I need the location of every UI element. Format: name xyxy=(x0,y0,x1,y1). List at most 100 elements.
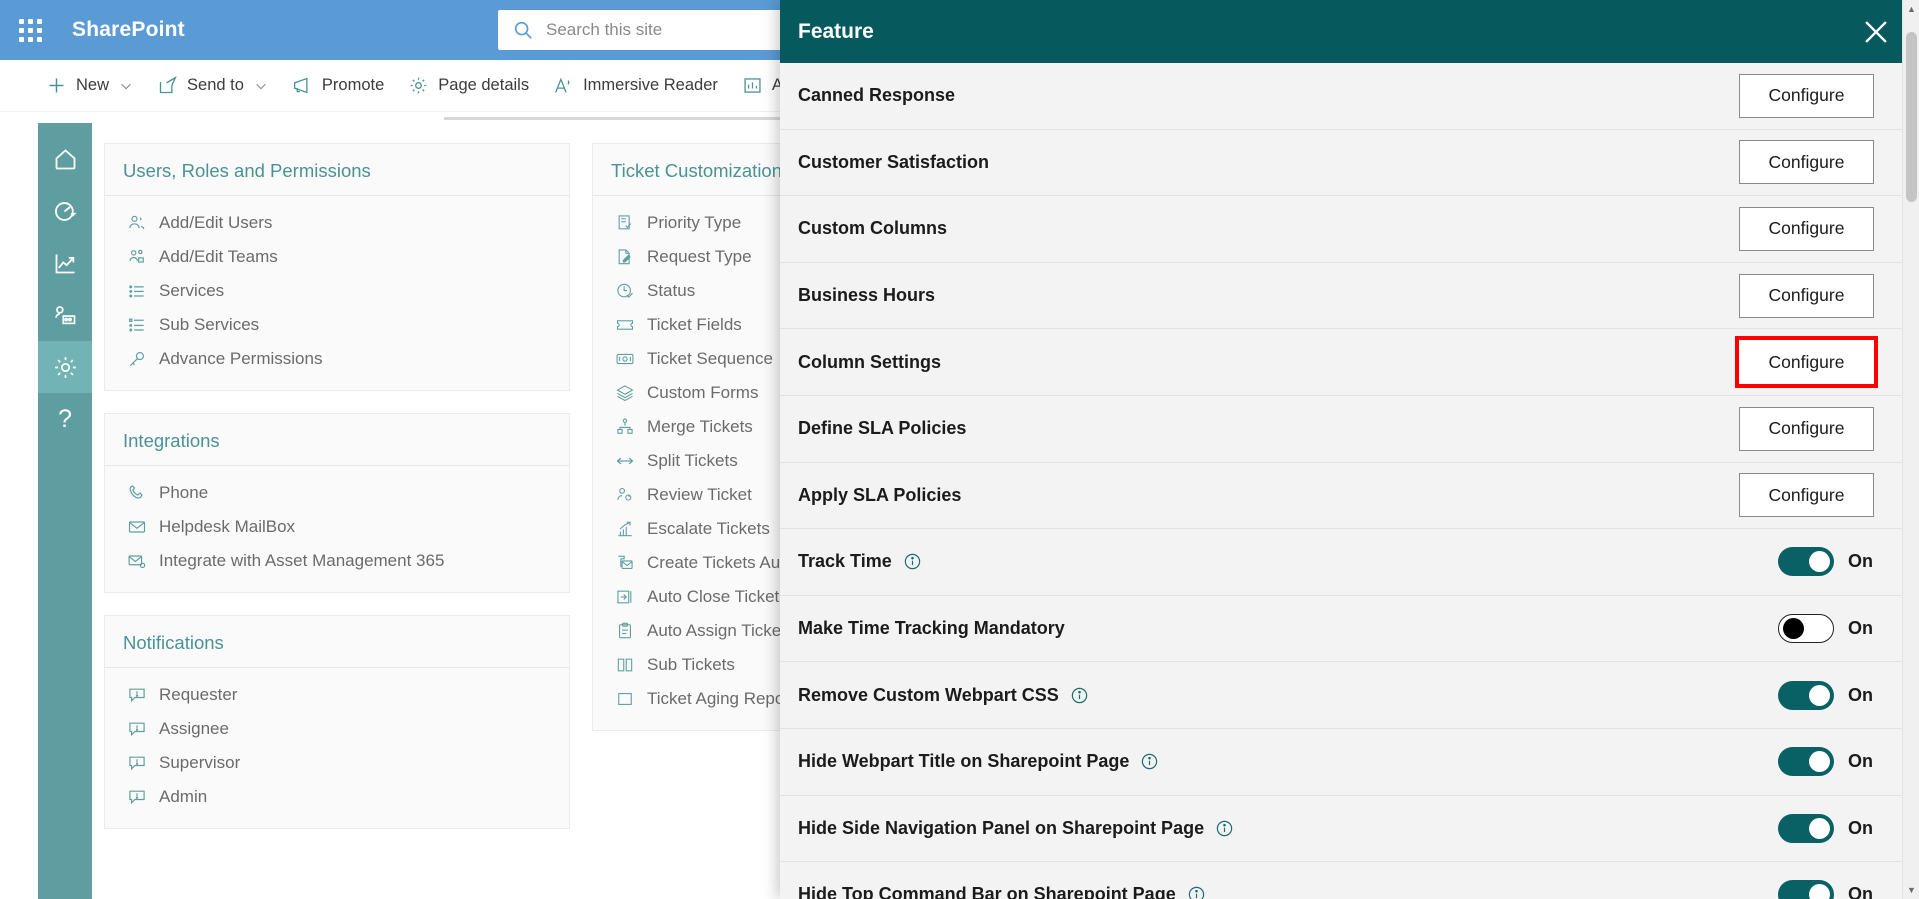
configure-button-highlighted[interactable]: Configure xyxy=(1739,340,1874,385)
command-immersive-reader[interactable]: Immersive Reader xyxy=(541,60,730,112)
menu-item-add-edit-teams[interactable]: Add/Edit Teams xyxy=(105,240,569,274)
command-send-to-label: Send to xyxy=(187,76,244,94)
toggle-group: On xyxy=(1778,813,1874,843)
menu-item-services[interactable]: Services xyxy=(105,274,569,308)
request-edit-icon xyxy=(618,249,631,265)
escalate-chart-icon xyxy=(618,521,632,537)
mail-icon xyxy=(128,521,146,533)
menu-item-label: Request Type xyxy=(647,247,752,266)
columns-icon xyxy=(617,658,633,672)
menu-item-label: Phone xyxy=(159,483,209,502)
gear-icon xyxy=(54,356,76,378)
menu-item-label: Sub Tickets xyxy=(647,655,735,674)
feature-label-text: Remove Custom Webpart CSS xyxy=(798,684,1059,705)
feature-panel: Feature Canned Response Configure Custom… xyxy=(780,0,1919,899)
menu-item-sub-services[interactable]: Sub Services xyxy=(105,308,569,342)
chevron-down-icon xyxy=(256,83,266,89)
info-icon[interactable] xyxy=(1140,752,1159,771)
toggle-switch[interactable] xyxy=(1778,813,1834,843)
menu-item-integrate-asset-management[interactable]: Integrate with Asset Management 365 xyxy=(105,544,569,578)
menu-item-helpdesk-mailbox[interactable]: Helpdesk MailBox xyxy=(105,510,569,544)
sidebar-item-help[interactable]: ? xyxy=(38,393,92,445)
menu-item-requester[interactable]: Requester xyxy=(105,678,569,712)
feature-row: Apply SLA Policies Configure xyxy=(780,463,1919,530)
card-users-roles-permissions: Users, Roles and Permissions Add/Edit Us… xyxy=(104,143,570,391)
menu-item-assignee[interactable]: Assignee xyxy=(105,712,569,746)
plus-icon xyxy=(49,78,64,93)
panel-title: Feature xyxy=(798,19,874,43)
scrollbar-thumb[interactable] xyxy=(1906,32,1917,202)
toggle-switch[interactable] xyxy=(1778,747,1834,777)
menu-item-label: Ticket Fields xyxy=(647,315,742,334)
mail-gear-icon xyxy=(128,555,146,569)
comment-alert-icon xyxy=(129,756,145,771)
menu-item-label: Services xyxy=(159,281,225,300)
configure-button[interactable]: Configure xyxy=(1739,206,1874,251)
sidebar-item-reports[interactable] xyxy=(38,237,92,289)
scroll-up-arrow[interactable]: ▲ xyxy=(1903,0,1919,18)
info-icon[interactable] xyxy=(1187,885,1206,899)
auto-close-icon xyxy=(617,590,632,604)
card-list: Add/Edit Users Add/Edit Teams Services S… xyxy=(105,196,569,390)
toggle-switch[interactable] xyxy=(1778,614,1834,644)
command-promote[interactable]: Promote xyxy=(280,60,396,112)
feature-label: Hide Side Navigation Panel on Sharepoint… xyxy=(798,818,1234,839)
trend-chart-icon xyxy=(55,254,74,273)
close-button[interactable] xyxy=(1859,15,1893,49)
menu-item-label: Priority Type xyxy=(647,213,742,232)
sidebar-item-agents[interactable] xyxy=(38,289,92,341)
menu-item-label: Add/Edit Users xyxy=(159,213,273,232)
feature-label: Define SLA Policies xyxy=(798,418,967,439)
menu-item-add-edit-users[interactable]: Add/Edit Users xyxy=(105,206,569,240)
feature-label: Business Hours xyxy=(798,285,936,306)
feature-row: Track Time On xyxy=(780,529,1919,596)
feature-row: Customer Satisfaction Configure xyxy=(780,130,1919,197)
configure-button[interactable]: Configure xyxy=(1739,73,1874,118)
toggle-state: On xyxy=(1848,551,1873,572)
toggle-switch[interactable] xyxy=(1778,680,1834,710)
feature-row: Business Hours Configure xyxy=(780,263,1919,330)
sharepoint-brand[interactable]: SharePoint xyxy=(72,18,185,42)
menu-item-advance-permissions[interactable]: Advance Permissions xyxy=(105,342,569,376)
toggle-switch[interactable] xyxy=(1778,880,1834,899)
toggle-state: On xyxy=(1848,751,1873,772)
configure-button[interactable]: Configure xyxy=(1739,473,1874,518)
info-icon[interactable] xyxy=(1215,819,1234,838)
sidebar-item-settings[interactable] xyxy=(38,341,92,393)
ticket-icon xyxy=(616,320,634,330)
feature-label: Hide Top Command Bar on Sharepoint Page xyxy=(798,884,1206,899)
configure-button[interactable]: Configure xyxy=(1739,273,1874,318)
menu-item-admin[interactable]: Admin xyxy=(105,780,569,814)
command-send-to[interactable]: Send to xyxy=(145,60,280,112)
command-page-details[interactable]: Page details xyxy=(396,60,541,112)
sidebar-item-home[interactable] xyxy=(38,133,92,185)
side-rail: ? xyxy=(38,123,92,899)
toggle-switch[interactable] xyxy=(1778,547,1834,577)
menu-item-phone[interactable]: Phone xyxy=(105,476,569,510)
megaphone-icon xyxy=(293,77,308,94)
list-icon xyxy=(129,285,144,298)
sequence-icon xyxy=(616,353,634,365)
feature-label-text: Hide Webpart Title on Sharepoint Page xyxy=(798,751,1130,772)
feature-row: Define SLA Policies Configure xyxy=(780,396,1919,463)
home-icon xyxy=(55,148,75,169)
sidebar-item-dashboard[interactable] xyxy=(38,185,92,237)
feature-row: Canned Response Configure xyxy=(780,63,1919,130)
menu-item-supervisor[interactable]: Supervisor xyxy=(105,746,569,780)
card-title: Users, Roles and Permissions xyxy=(105,144,569,196)
scroll-down-arrow[interactable]: ▼ xyxy=(1903,881,1919,899)
info-icon[interactable] xyxy=(1070,686,1089,705)
panel-scrollbar[interactable]: ▲ ▼ xyxy=(1902,0,1919,899)
command-new[interactable]: New xyxy=(34,60,145,112)
configure-button[interactable]: Configure xyxy=(1739,406,1874,451)
configure-button[interactable]: Configure xyxy=(1739,140,1874,185)
app-launcher-button[interactable] xyxy=(0,0,60,60)
immersive-reader-icon xyxy=(555,77,570,93)
search-icon xyxy=(514,21,532,39)
feature-label-text: Hide Top Command Bar on Sharepoint Page xyxy=(798,884,1176,899)
app-launcher-icon xyxy=(18,18,42,42)
feature-row: Hide Webpart Title on Sharepoint Page On xyxy=(780,729,1919,796)
menu-item-label: Integrate with Asset Management 365 xyxy=(159,551,445,570)
info-icon[interactable] xyxy=(903,552,922,571)
toggle-state: On xyxy=(1848,817,1873,838)
